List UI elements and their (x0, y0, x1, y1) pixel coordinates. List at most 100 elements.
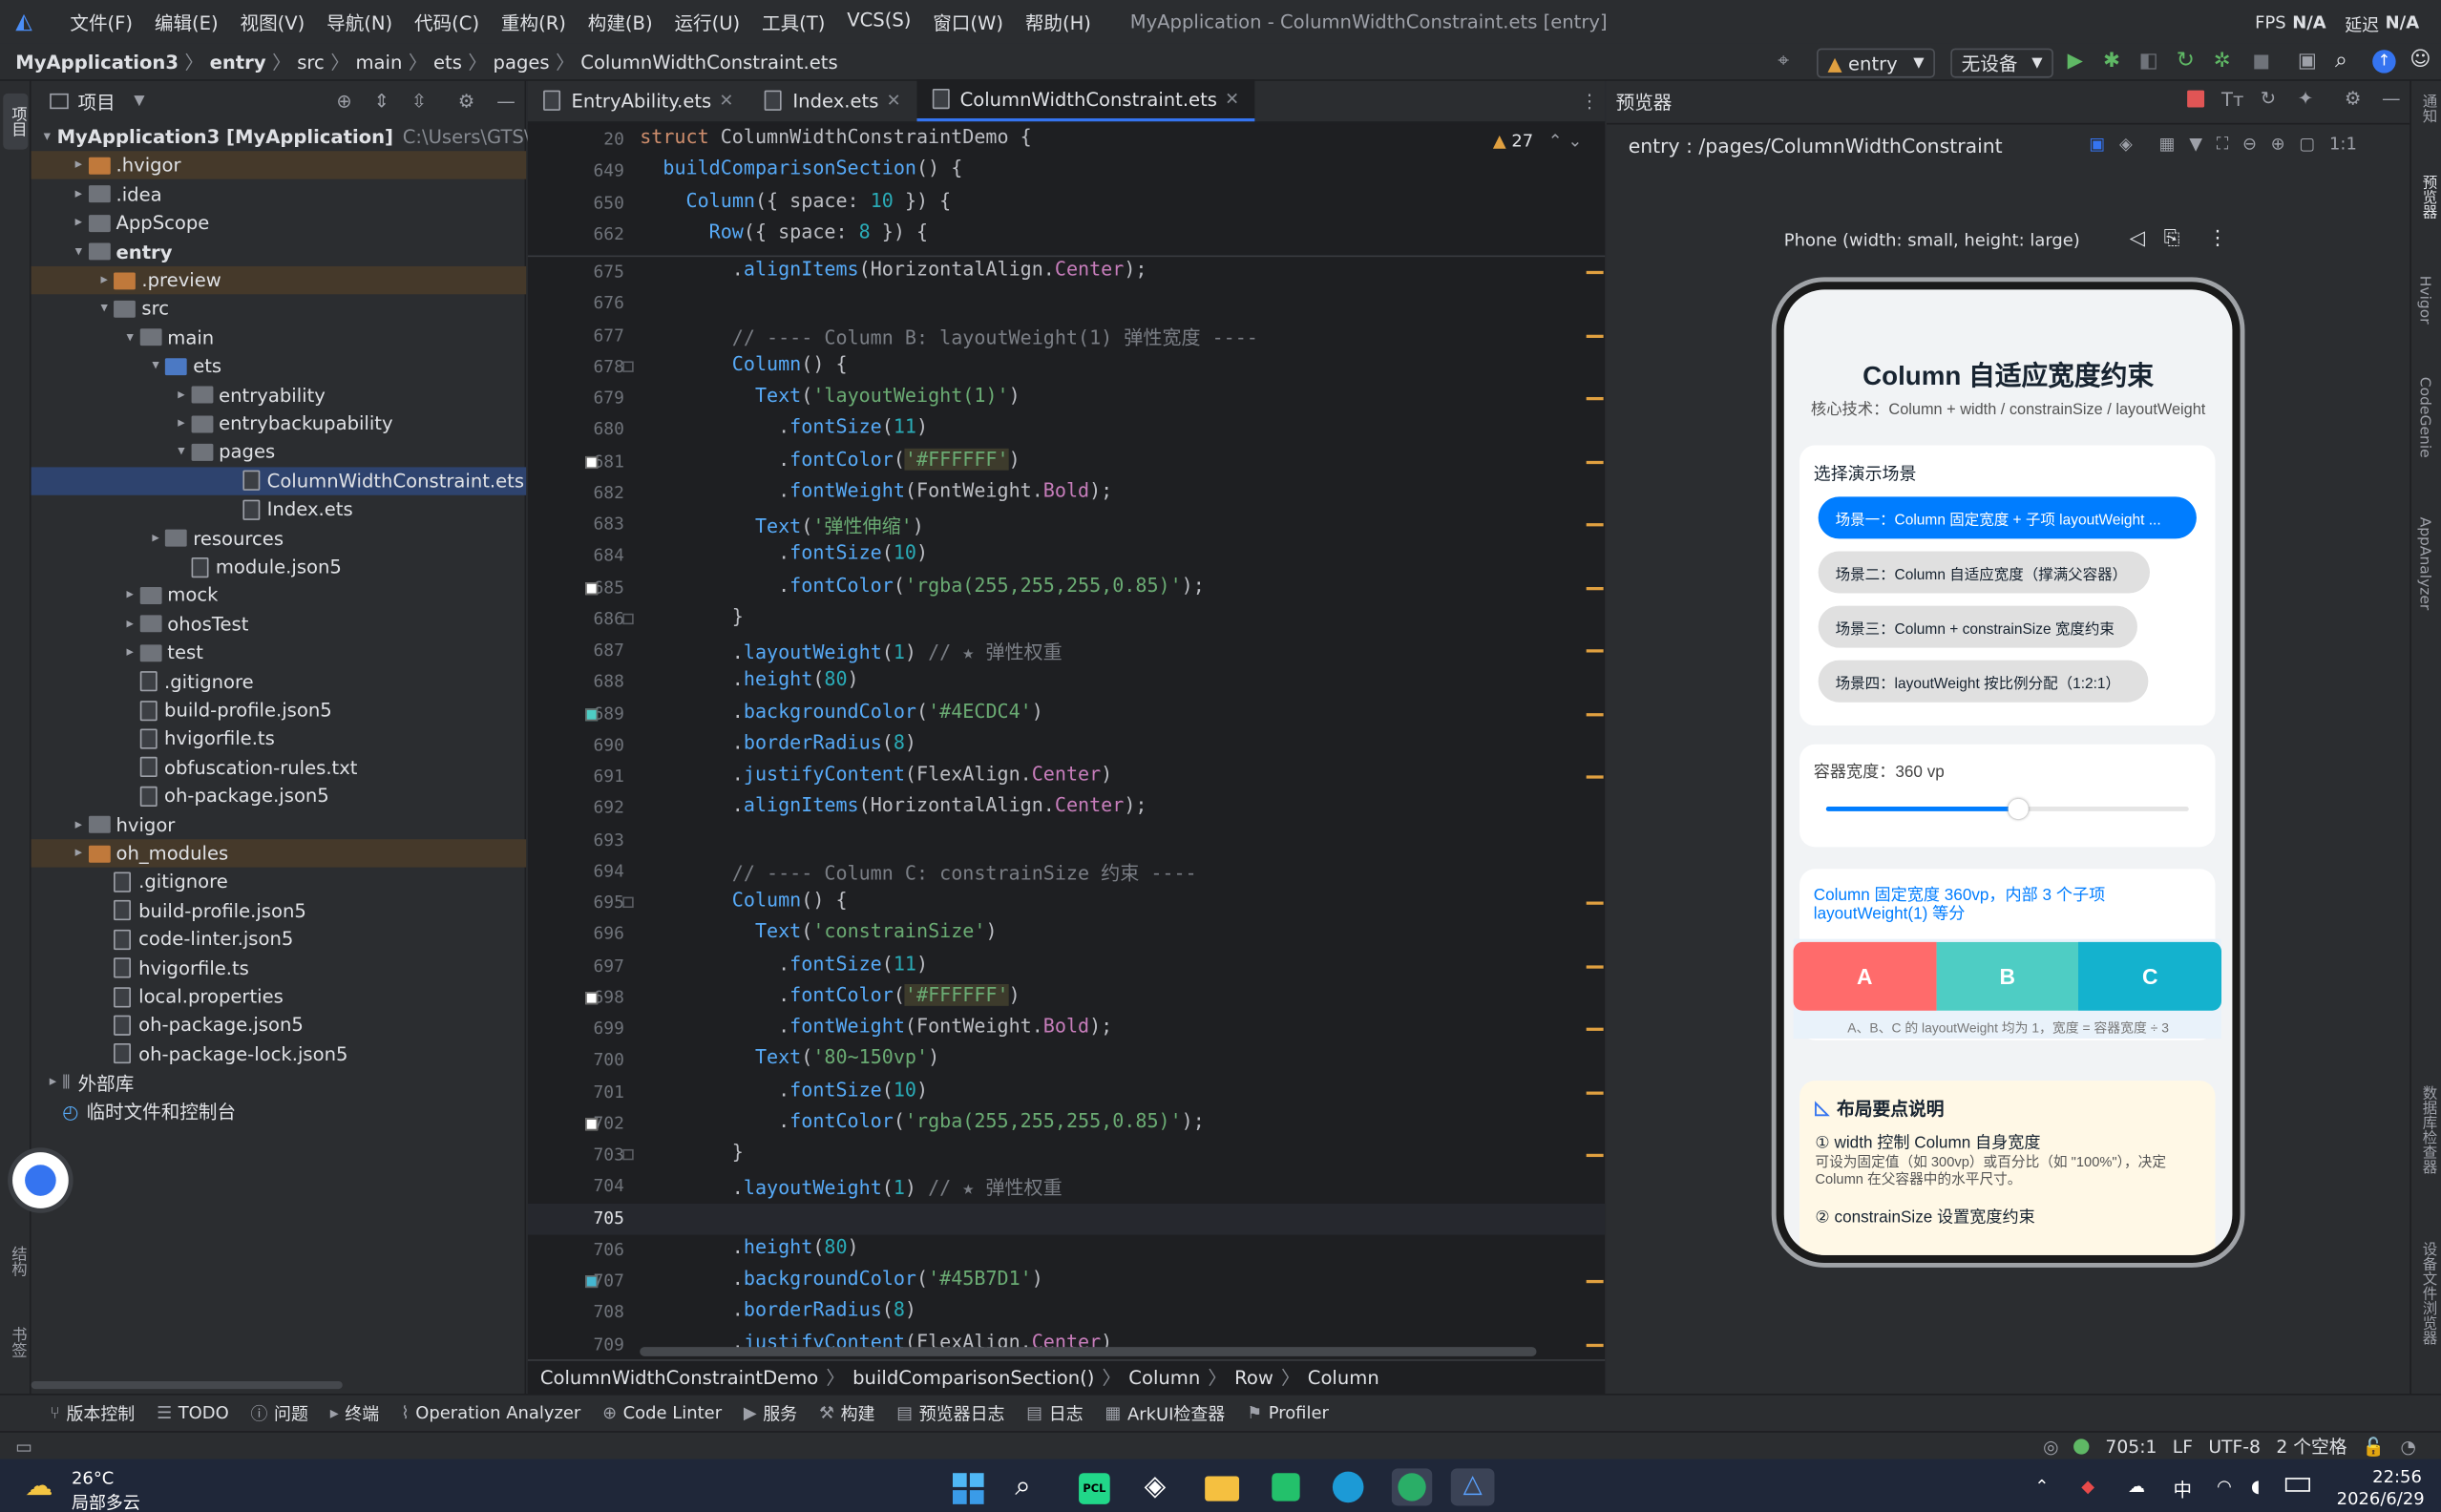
grid-icon[interactable]: ▦ (2159, 134, 2176, 156)
tree-item[interactable]: ▾ entry (32, 238, 527, 265)
battery-icon[interactable] (2284, 1478, 2310, 1492)
chevron-right-icon[interactable]: ▸ (146, 531, 165, 546)
code-line[interactable]: .alignItems(HorizontalAlign.Center); (640, 794, 1147, 816)
chevron-down-icon[interactable]: ▾ (70, 243, 89, 259)
chevron-right-icon[interactable]: ▸ (70, 846, 89, 861)
target-icon[interactable]: ⌖ (1778, 50, 1789, 73)
warning-stripe-mark[interactable] (1586, 1342, 1604, 1347)
code-line[interactable]: .borderRadius(8) (640, 1299, 916, 1321)
close-icon[interactable]: ✕ (887, 91, 901, 111)
code-breadcrumb-item[interactable]: ColumnWidthConstraintDemo (540, 1366, 818, 1388)
font-size-icon[interactable]: Tт (2221, 89, 2243, 111)
menu-item[interactable]: 窗口(W) (922, 9, 1015, 35)
code-line[interactable]: .fontColor('#FFFFFF') (640, 447, 1021, 470)
tree-item[interactable]: ▾ src (32, 295, 527, 323)
warning-stripe-mark[interactable] (1586, 1027, 1604, 1031)
pycharm-icon[interactable]: PCL (1079, 1473, 1110, 1504)
panel-toggle-icon[interactable]: ▭ (15, 1435, 32, 1457)
slider-thumb[interactable] (2009, 798, 2030, 820)
code-line[interactable]: Column() { (640, 353, 848, 375)
breadcrumb-item[interactable]: entry (210, 51, 266, 73)
file-explorer-icon[interactable] (1205, 1476, 1240, 1502)
scene-chip-1[interactable]: 场景一：Column 固定宽度 + 子项 layoutWeight ... (1818, 496, 2197, 539)
code-line[interactable]: .fontColor('rgba(255,255,255,0.85)'); (640, 574, 1205, 596)
editor-tab[interactable]: ColumnWidthConstraint.ets ✕ (915, 79, 1255, 122)
search-icon[interactable]: ⌕ (2335, 49, 2347, 74)
line-ending[interactable]: LF (2173, 1435, 2193, 1457)
module-select[interactable]: ▲ entry ▼ (1817, 48, 1935, 78)
chevron-down-icon[interactable]: ▾ (146, 359, 165, 374)
warning-stripe-mark[interactable] (1586, 1090, 1604, 1094)
scene-chip-4[interactable]: 场景四：layoutWeight 按比例分配（1:2:1） (1818, 660, 2149, 703)
right-tool-5[interactable]: 数据库检查器 (2416, 1085, 2438, 1174)
menu-item[interactable]: 导航(N) (316, 9, 404, 35)
warning-stripe-mark[interactable] (1586, 712, 1604, 716)
tree-item[interactable]: local.properties (32, 982, 527, 1010)
tree-item[interactable]: ▸ hvigor (32, 810, 527, 838)
back-icon[interactable]: ◁ (2130, 227, 2145, 250)
chevron-right-icon[interactable]: ▸ (120, 617, 139, 632)
bottom-tool-button[interactable]: ⚒ 构建 (819, 1400, 875, 1425)
code-line[interactable]: Text('layoutWeight(1)') (640, 385, 1021, 407)
tree-item[interactable]: ▸ .hvigor (31, 151, 527, 180)
right-tool-4[interactable]: AppAnalyzer (2416, 517, 2433, 611)
code-line[interactable]: Row({ space: 8 }) { (640, 220, 928, 242)
code-line[interactable]: .height(80) (640, 1236, 859, 1258)
notification-icon[interactable]: ◔ (2400, 1435, 2415, 1457)
warning-stripe-mark[interactable] (1586, 775, 1604, 779)
code-line[interactable]: .fontWeight(FontWeight.Bold); (640, 479, 1112, 501)
bottom-tool-button[interactable]: ⑂ 版本控制 (50, 1400, 135, 1425)
crop-icon[interactable]: ⛶ (2217, 134, 2229, 156)
tree-item[interactable]: ▾ main (32, 324, 527, 351)
warning-stripe-mark[interactable] (1586, 333, 1604, 338)
bottom-tool-button[interactable]: ▤ 日志 (1026, 1400, 1083, 1425)
tree-item[interactable]: obfuscation-rules.txt (32, 753, 527, 781)
width-slider[interactable] (1825, 798, 2189, 820)
tray-sync-icon[interactable]: ☁ (2128, 1476, 2145, 1496)
device-manager-icon[interactable]: ▣ (2298, 50, 2317, 73)
code-line[interactable]: // ---- Column B: layoutWeight(1) 弹性宽度 -… (640, 322, 1258, 349)
code-line[interactable]: .layoutWeight(1) // ★ 弹性权重 (640, 1173, 1063, 1201)
editor-tab[interactable]: Index.ets ✕ (749, 79, 916, 121)
tree-item[interactable]: ◴ 临时文件和控制台 (32, 1097, 527, 1124)
start-icon[interactable] (952, 1473, 984, 1504)
chevron-right-icon[interactable]: ▸ (120, 645, 139, 661)
chevron-down-icon[interactable]: ▼ (2189, 134, 2202, 156)
chevron-right-icon[interactable]: ▸ (95, 272, 114, 287)
code-line[interactable]: Text('constrainSize') (640, 921, 998, 943)
bottom-tool-button[interactable]: ▶ 服务 (744, 1400, 797, 1425)
color-swatch-icon[interactable] (585, 1117, 599, 1130)
tree-item[interactable]: oh-package.json5 (32, 1011, 527, 1039)
code-line[interactable]: Text('80~150vp') (640, 1047, 939, 1069)
fold-icon[interactable] (622, 613, 634, 624)
chevron-right-icon[interactable]: ▸ (120, 588, 139, 603)
right-tool-0[interactable]: 通知 (2416, 94, 2438, 123)
warning-stripe-mark[interactable] (1586, 649, 1604, 653)
code-breadcrumb-item[interactable]: Row (1234, 1366, 1273, 1388)
chevron-right-icon[interactable]: ▸ (172, 388, 191, 403)
tree-item[interactable]: ▸ oh_modules (31, 839, 527, 868)
code-lines[interactable]: 675 .alignItems(HorizontalAlign.Center);… (527, 257, 1606, 1356)
profile-icon[interactable]: ✲ (2214, 50, 2231, 73)
fold-icon[interactable] (622, 361, 634, 372)
menu-item[interactable]: 文件(F) (59, 9, 144, 35)
tree-item[interactable]: ▸ resources (32, 524, 527, 552)
expand-all-icon[interactable]: ⇕ (374, 91, 389, 113)
code-line[interactable]: .justifyContent(FlexAlign.Center) (640, 763, 1112, 785)
code-line[interactable]: } (640, 605, 744, 627)
bottom-tool-button[interactable]: ⊕ Code Linter (602, 1403, 722, 1423)
inspect-icon[interactable]: ▣ (2089, 134, 2105, 156)
tree-item[interactable]: ▸ .preview (31, 265, 527, 295)
code-line[interactable]: .borderRadius(8) (640, 731, 916, 753)
caret-position[interactable]: 705:1 (2105, 1435, 2157, 1457)
chevron-right-icon[interactable]: ▸ (70, 215, 89, 230)
wechat-icon[interactable] (1391, 1468, 1433, 1506)
locate-icon[interactable]: ⊕ (336, 91, 351, 113)
run-icon[interactable]: ▶ (2068, 50, 2083, 73)
edge-icon[interactable] (1332, 1471, 1364, 1503)
volume-icon[interactable]: ◖ (2251, 1476, 2260, 1496)
ai-assistant-float-button[interactable] (12, 1152, 69, 1208)
device-select[interactable]: 无设备 ▼ (1950, 48, 2053, 78)
code-line[interactable]: .layoutWeight(1) // ★ 弹性权重 (640, 637, 1063, 664)
tree-item[interactable]: Index.ets (32, 495, 527, 523)
